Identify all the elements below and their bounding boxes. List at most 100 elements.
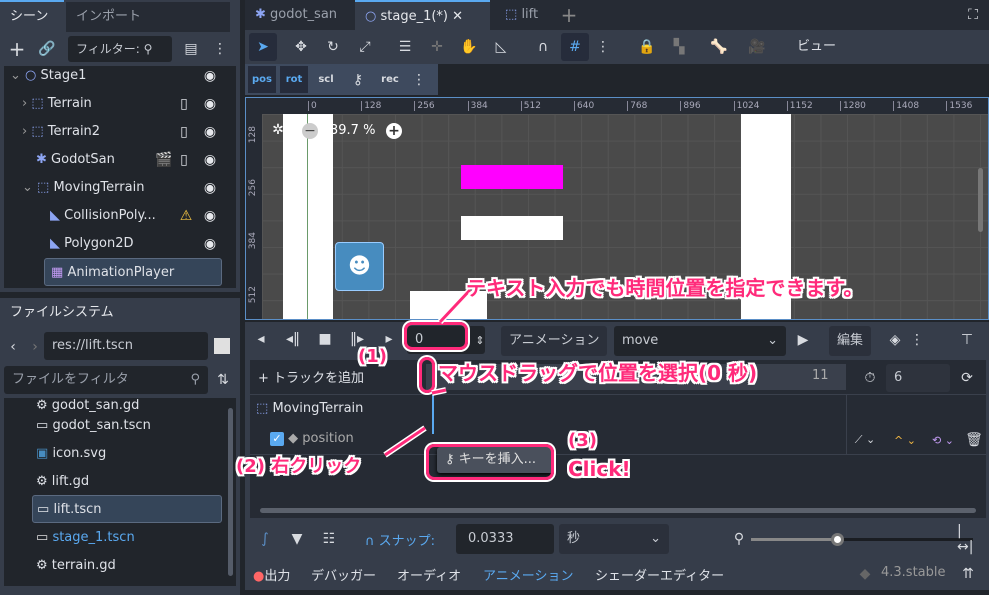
animation-menu[interactable]: アニメーション [501,326,608,356]
file-item[interactable]: ▭ stage_1.tscn [36,524,135,552]
tree-item-animationplayer[interactable]: ▦ AnimationPlayer [44,258,222,286]
pin-icon[interactable]: ⊤ [959,326,975,354]
zoom-level[interactable]: 39.7 % [330,123,375,138]
camera-icon[interactable]: 🎥 [745,33,769,61]
zoom-slider-track[interactable] [839,538,973,541]
add-tab-icon[interactable]: + [557,0,581,30]
tree-item-terrain2[interactable]: › ⬚ Terrain2 [22,118,100,146]
view-menu[interactable]: ビュー [791,33,842,61]
key-rotation-toggle[interactable]: rot [280,66,308,93]
file-item[interactable]: ▣ icon.svg [36,440,106,468]
tree-item-movingterrain[interactable]: ⌄ ⬚ MovingTerrain [22,174,144,202]
godot-icon[interactable]: ☻ [335,242,384,291]
forward-icon[interactable]: › [28,334,42,360]
snap-menu-icon[interactable]: ⋮ [595,33,611,61]
tab-lift[interactable]: ⬚ lift [495,0,548,30]
link-icon[interactable]: 🔗 [36,36,58,62]
snap-toggle[interactable]: ∩ スナップ: [365,530,435,549]
pan-tool-icon[interactable]: ✋ [457,33,481,61]
horizontal-scrollbar[interactable] [260,508,976,513]
center-view-icon[interactable]: ✲ [270,122,286,138]
script-icon[interactable]: ▯ [176,94,192,114]
script-add-icon[interactable]: ▤ [180,36,202,62]
expand-panel-icon[interactable]: ⇈ [959,564,977,584]
warning-icon[interactable]: ⚠ [178,206,194,226]
animation-select[interactable]: move ⌄ [614,326,786,356]
interpolation-mode-icon[interactable]: ⟋ ⌄ [850,430,880,450]
loop-wrap-icon[interactable]: ⟲ ⌄ [928,430,958,450]
zoom-out-icon[interactable]: − [302,123,318,139]
zoom-slider-handle[interactable] [831,533,844,546]
script-icon[interactable]: ▯ [176,150,192,170]
ruler-tool-icon[interactable]: ◺ [489,33,513,61]
close-icon[interactable]: ✕ [452,9,463,24]
tab-stage-1[interactable]: ○ stage_1(*) ✕ [355,0,490,30]
visibility-eye-icon[interactable]: ◉ [200,150,220,170]
scene-filter-input[interactable]: フィルター: ⚲ [68,36,172,62]
play-backwards-icon[interactable]: ◂ [253,326,269,352]
tree-item-collisionpolygon[interactable]: ◣ CollisionPoly... [50,202,156,230]
file-item[interactable]: ▭ godot_san.tscn [36,412,151,440]
tab-filesystem[interactable]: ファイルシステム [0,298,133,328]
select-tool-icon[interactable]: ➤ [249,33,277,61]
smart-snap-icon[interactable]: ∩ [531,33,555,61]
file-filter-input[interactable]: ファイルをフィルタ ⚲ [4,366,208,394]
loop-icon[interactable]: ⟳ [958,366,976,390]
visibility-eye-icon[interactable]: ◉ [200,66,220,86]
split-mode-icon[interactable] [214,338,230,354]
tree-item-stage1[interactable]: ⌄ ○ Stage1 [10,62,230,90]
tab-animation[interactable]: アニメーション [483,565,573,584]
script-icon[interactable]: ▯ [176,122,192,142]
onion-skin-icon[interactable]: ◈ [885,326,905,354]
group-icon[interactable]: ▚ [667,33,691,61]
autoplay-icon[interactable]: ▶ [793,326,813,354]
list-select-icon[interactable]: ☰ [393,33,417,61]
visibility-eye-icon[interactable]: ◉ [200,206,220,226]
pivot-tool-icon[interactable]: ✛ [425,33,449,61]
tab-audio[interactable]: オーディオ [397,565,461,584]
tab-scene[interactable]: シーン [0,0,64,30]
tab-import[interactable]: インポート [66,2,230,32]
snap-unit-select[interactable]: 秒 ⌄ [559,524,669,554]
clapper-icon[interactable]: 🎬 [155,150,172,170]
edit-button[interactable]: 編集 [829,326,872,356]
move-tool-icon[interactable]: ✥ [289,33,313,61]
scrollbar[interactable] [978,168,983,232]
add-node-icon[interactable]: + [6,36,28,62]
tree-item-godotsan[interactable]: ✱ GodotSan [36,146,115,174]
menu-icon[interactable]: ⋮ [212,36,228,62]
track-list-icon[interactable]: ☷ [321,526,337,552]
key-menu-icon[interactable]: ⋮ [411,66,427,93]
file-item[interactable]: ⚙ lift.gd [36,468,89,496]
update-mode-icon[interactable]: ^ ⌄ [890,430,920,450]
play-backwards-start-icon[interactable]: ◂‖ [285,326,301,352]
back-icon[interactable]: ‹ [6,334,20,360]
fit-timeline-icon[interactable]: |↔| [957,523,977,555]
filter-icon[interactable]: ▼ [289,526,305,552]
tab-output[interactable]: ●出力 [253,565,290,584]
menu-icon[interactable]: ⋮ [909,326,925,354]
zoom-in-icon[interactable]: + [386,123,402,139]
key-scale-toggle[interactable]: scl [312,66,340,93]
track-enabled-checkbox[interactable]: ✓ [270,432,284,446]
visibility-eye-icon[interactable]: ◉ [200,94,220,114]
snap-value-input[interactable]: 0.0333 [456,524,554,554]
lock-icon[interactable]: 🔒 [635,33,659,61]
file-item-selected[interactable]: ▭ lift.tscn [32,495,222,523]
tab-godot-san[interactable]: ✱ godot_san [245,0,353,30]
visibility-eye-icon[interactable]: ◉ [200,234,220,254]
sort-icon[interactable]: ⇅ [214,368,232,392]
track-position[interactable]: ✓ ◆ position [270,428,354,450]
path-field[interactable]: res://lift.tscn [44,332,208,360]
key-insert-icon[interactable]: ⚷ [344,66,372,93]
bone-icon[interactable]: 🦴 [707,33,731,61]
key-position-toggle[interactable]: pos [248,66,276,93]
animation-length-input[interactable]: 6 [886,364,950,392]
rotate-tool-icon[interactable]: ↻ [321,33,345,61]
delete-track-icon[interactable]: 🗑 [965,430,983,450]
file-item[interactable]: ⚙ terrain.gd [36,552,116,580]
distraction-free-icon[interactable]: ⛶ [961,0,985,30]
visibility-eye-icon[interactable]: ◉ [200,122,220,142]
scale-tool-icon[interactable]: ⤢ [353,33,377,61]
version-label[interactable]: 4.3.stable [881,565,946,580]
